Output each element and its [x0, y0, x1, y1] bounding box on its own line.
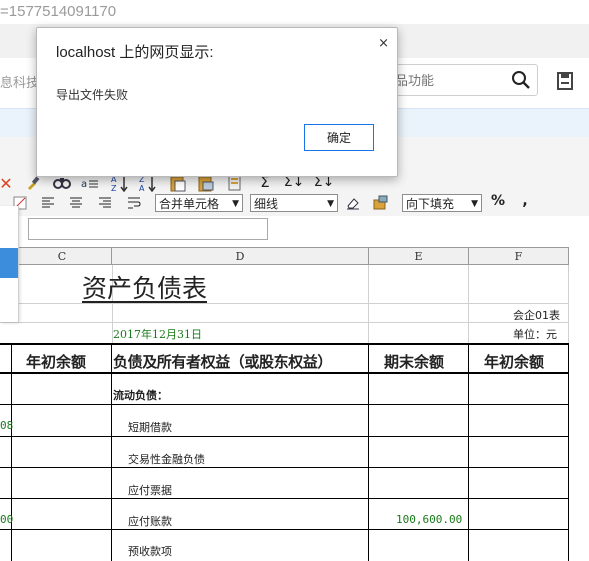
report-date[interactable]: 2017年12月31日 [113, 326, 202, 342]
row-label[interactable]: 短期借款 [128, 419, 172, 435]
table-border [568, 343, 569, 561]
search-box[interactable] [380, 64, 538, 96]
thousands-separator-button[interactable]: , [518, 192, 532, 210]
header-opening-balance-f[interactable]: 年初余额 [484, 351, 544, 372]
form-number[interactable]: 会企01表 [513, 307, 560, 323]
format-icon[interactable] [372, 194, 390, 212]
brand-text: 息科技 [0, 75, 40, 90]
sheet-menu-panel [0, 206, 19, 322]
table-border [468, 343, 469, 561]
row-label[interactable]: 交易性金融负债 [128, 451, 205, 467]
row-label[interactable]: 应付账款 [128, 513, 172, 529]
table-border [0, 343, 569, 345]
chevron-down-icon: ▼ [327, 199, 334, 209]
table-border [0, 436, 569, 437]
align-left-icon[interactable] [40, 194, 56, 212]
row-value-partial[interactable]: 08 [0, 419, 13, 432]
formula-bar [0, 216, 589, 246]
svg-text:Z: Z [111, 184, 117, 192]
row-value-partial[interactable]: 00 [0, 513, 13, 526]
grid-line [468, 265, 469, 343]
dialog-title: localhost 上的网页显示: [56, 44, 214, 61]
row-label[interactable]: 应付票据 [128, 482, 172, 498]
header-closing-balance[interactable]: 期末余额 [384, 351, 444, 372]
column-header-c[interactable]: C [12, 247, 112, 265]
column-header-e[interactable]: E [368, 247, 469, 265]
sheet-title[interactable]: 资产负债表 [82, 269, 207, 305]
column-header-f[interactable]: F [468, 247, 569, 265]
save-icon[interactable] [554, 70, 576, 92]
wrap-text-icon[interactable] [126, 194, 142, 212]
table-border [0, 529, 569, 530]
line-style-select-value: 细线 [254, 197, 279, 211]
unit-label[interactable]: 单位：元 [513, 326, 557, 342]
table-border [368, 343, 369, 561]
row-label[interactable]: 流动负债： [113, 387, 168, 403]
svg-text:A: A [139, 184, 145, 192]
search-input[interactable] [381, 65, 517, 95]
table-border [0, 498, 569, 499]
chevron-down-icon: ▼ [471, 199, 478, 209]
table-border [0, 404, 569, 405]
merge-cells-select-value: 合并单元格 [159, 197, 220, 211]
search-icon[interactable] [511, 70, 531, 90]
closing-balance-value[interactable]: 100,600.00 [396, 513, 462, 526]
table-border [111, 343, 112, 561]
table-border [11, 343, 12, 561]
close-icon[interactable]: × [378, 36, 389, 51]
row-label[interactable]: 预收款项 [128, 543, 172, 559]
align-right-icon[interactable] [97, 194, 113, 212]
address-bar-fragment: =1577514091170 [0, 3, 117, 20]
svg-text:a: a [81, 179, 87, 190]
alert-dialog: localhost 上的网页显示: × 导出文件失败 确定 [36, 27, 398, 177]
percent-button[interactable]: % [490, 192, 506, 210]
table-border [0, 372, 569, 374]
ok-button[interactable]: 确定 [304, 124, 374, 151]
dialog-message: 导出文件失败 [56, 88, 129, 102]
delete-icon[interactable]: ✕ [0, 174, 13, 193]
table-border [0, 467, 569, 468]
eraser-icon[interactable] [344, 194, 362, 212]
selected-menu-item[interactable] [0, 248, 18, 278]
line-style-select[interactable]: 细线 ▼ [250, 194, 338, 212]
header-opening-balance-c[interactable]: 年初余额 [26, 351, 86, 372]
grid-line [0, 322, 569, 323]
column-header-d[interactable]: D [111, 247, 369, 265]
formula-input[interactable] [28, 218, 268, 240]
spreadsheet-grid: C D E F 资产负债表 会企01表 2017年12月31日 单位：元 年初余… [0, 247, 589, 561]
fill-direction-select[interactable]: 向下填充 ▼ [402, 194, 482, 212]
header-liabilities-equity[interactable]: 负债及所有者权益（或股东权益） [113, 351, 332, 372]
chevron-down-icon: ▼ [232, 199, 239, 209]
grid-line [368, 265, 369, 343]
merge-cells-select[interactable]: 合并单元格 ▼ [155, 194, 243, 212]
fill-direction-select-value: 向下填充 [406, 197, 455, 211]
grid-line [568, 265, 569, 343]
align-center-icon[interactable] [68, 194, 84, 212]
